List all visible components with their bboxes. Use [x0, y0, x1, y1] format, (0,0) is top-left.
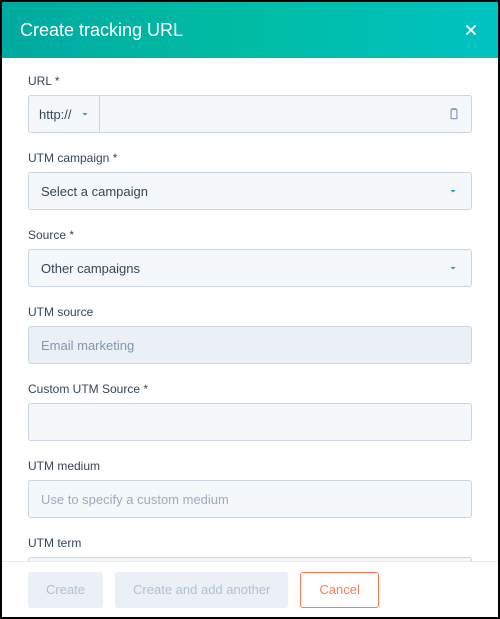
url-label: URL *	[28, 74, 472, 88]
create-button[interactable]: Create	[28, 572, 103, 608]
source-select[interactable]: Other campaigns	[28, 249, 472, 287]
custom-source-input-wrap	[28, 403, 472, 441]
modal-header: Create tracking URL	[2, 2, 498, 58]
field-utm-source: UTM source Email marketing	[28, 305, 472, 364]
campaign-label: UTM campaign *	[28, 151, 472, 165]
field-campaign: UTM campaign * Select a campaign	[28, 151, 472, 210]
utm-source-readonly: Email marketing	[28, 326, 472, 364]
caret-down-icon	[79, 108, 91, 120]
source-value: Other campaigns	[41, 261, 140, 276]
field-term: UTM term	[28, 536, 472, 561]
utm-source-label: UTM source	[28, 305, 472, 319]
campaign-value: Select a campaign	[41, 184, 148, 199]
field-medium: UTM medium	[28, 459, 472, 518]
medium-label: UTM medium	[28, 459, 472, 473]
custom-source-input[interactable]	[41, 415, 459, 430]
caret-down-icon	[447, 262, 459, 274]
custom-source-label: Custom UTM Source *	[28, 382, 472, 396]
field-source: Source * Other campaigns	[28, 228, 472, 287]
medium-input[interactable]	[41, 492, 459, 507]
field-custom-source: Custom UTM Source *	[28, 382, 472, 441]
close-icon[interactable]	[462, 21, 480, 39]
medium-input-wrap	[28, 480, 472, 518]
field-url: URL * http://	[28, 74, 472, 133]
campaign-select[interactable]: Select a campaign	[28, 172, 472, 210]
caret-down-icon	[447, 185, 459, 197]
create-add-another-button[interactable]: Create and add another	[115, 572, 288, 608]
modal-title: Create tracking URL	[20, 20, 183, 41]
form-body: URL * http:// UTM campaign * Select a ca…	[2, 58, 498, 561]
url-input[interactable]	[110, 107, 447, 122]
cancel-button[interactable]: Cancel	[300, 572, 378, 608]
url-input-wrapper	[100, 95, 472, 133]
term-label: UTM term	[28, 536, 472, 550]
clipboard-icon[interactable]	[447, 107, 461, 121]
protocol-select[interactable]: http://	[28, 95, 100, 133]
utm-source-value: Email marketing	[41, 338, 134, 353]
modal-footer: Create Create and add another Cancel	[2, 561, 498, 617]
protocol-value: http://	[39, 107, 72, 122]
source-label: Source *	[28, 228, 472, 242]
